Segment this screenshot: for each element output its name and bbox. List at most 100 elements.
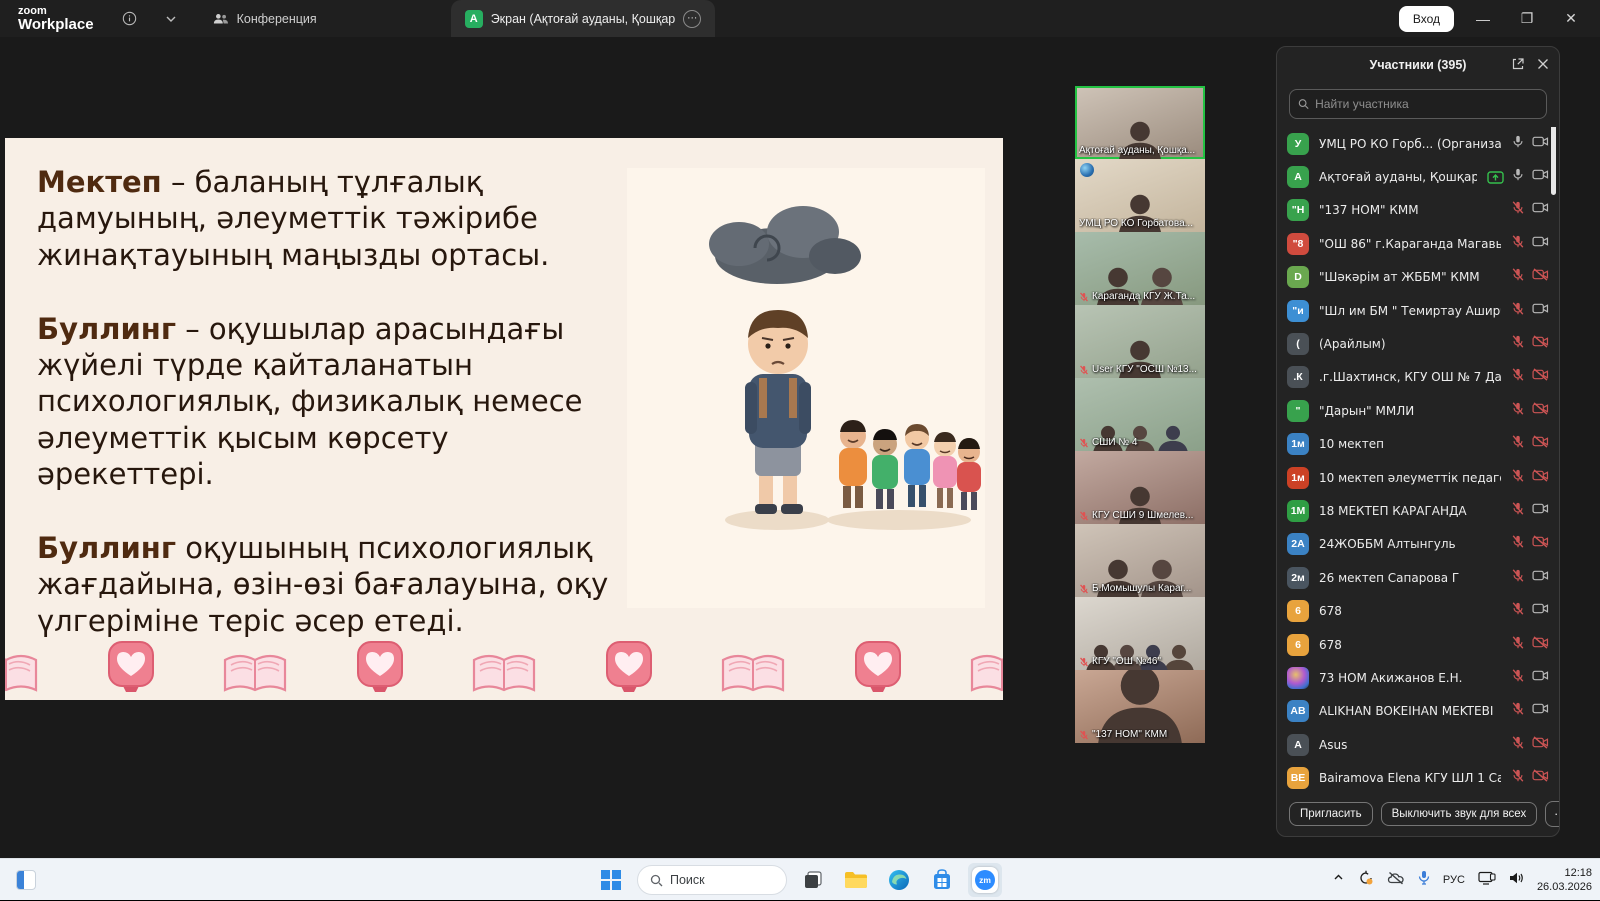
maximize-button[interactable]: ❐: [1512, 10, 1542, 27]
info-icon[interactable]: [122, 11, 137, 26]
camera-icon[interactable]: [1532, 502, 1549, 520]
participant-row[interactable]: A Asus: [1287, 728, 1549, 761]
tray-clock[interactable]: 12:18 26.03.2026: [1537, 866, 1592, 895]
mic-icon[interactable]: [1511, 167, 1525, 187]
video-thumbnail[interactable]: КГУ "ОШ №46": [1075, 597, 1205, 670]
scrollbar-thumb[interactable]: [1551, 127, 1556, 195]
tray-network-icon[interactable]: [1478, 871, 1496, 890]
camera-icon[interactable]: [1532, 535, 1549, 553]
camera-icon[interactable]: [1532, 702, 1549, 720]
taskbar-search[interactable]: Поиск: [637, 865, 787, 895]
camera-icon[interactable]: [1532, 368, 1549, 386]
tray-volume-icon[interactable]: [1509, 871, 1524, 890]
video-thumbnail[interactable]: User КГУ "ОСШ №13...: [1075, 305, 1205, 378]
login-button[interactable]: Вход: [1399, 6, 1454, 32]
video-thumbnail[interactable]: Ақтоғай ауданы, Қошқа...: [1075, 86, 1205, 159]
camera-icon[interactable]: [1532, 769, 1549, 787]
participant-row[interactable]: 6 678: [1287, 628, 1549, 661]
video-thumbnail[interactable]: УМЦ РО КО Горбатова...: [1075, 159, 1205, 232]
camera-icon[interactable]: [1532, 569, 1549, 587]
video-thumbnail[interactable]: Б.Момышулы Караг...: [1075, 524, 1205, 597]
tab-conference[interactable]: Конференция: [199, 0, 331, 37]
camera-icon[interactable]: [1532, 135, 1549, 153]
tray-sync-icon[interactable]: [1358, 870, 1374, 891]
more-options-button[interactable]: ⋯: [1545, 801, 1560, 827]
taskbar-corner-icon[interactable]: [16, 870, 36, 890]
participant-row[interactable]: У УМЦ РО КО Горб... (Организатор, я): [1287, 127, 1549, 160]
mic-icon[interactable]: [1511, 735, 1525, 755]
camera-icon[interactable]: [1532, 402, 1549, 420]
camera-icon[interactable]: [1532, 168, 1549, 186]
minimize-button[interactable]: —: [1468, 11, 1498, 27]
mic-icon[interactable]: [1511, 401, 1525, 421]
chevron-down-icon[interactable]: [165, 13, 177, 25]
participant-row[interactable]: 1М 18 МЕКТЕП КАРАГАНДА: [1287, 494, 1549, 527]
participant-row[interactable]: "8 "ОШ 86" г.Караганда Магавьянова ...: [1287, 227, 1549, 260]
participant-row[interactable]: D "Шәкәрім ат ЖББМ" КММ: [1287, 261, 1549, 294]
participant-row[interactable]: "и "Шл им БМ " Темиртау Аширбаева ...: [1287, 294, 1549, 327]
participant-search-input[interactable]: [1315, 97, 1538, 111]
mute-all-button[interactable]: Выключить звук для всех: [1381, 802, 1538, 826]
tray-microphone-icon[interactable]: [1418, 870, 1430, 890]
camera-icon[interactable]: [1532, 302, 1549, 320]
camera-icon[interactable]: [1532, 335, 1549, 353]
camera-icon[interactable]: [1532, 435, 1549, 453]
camera-icon[interactable]: [1532, 201, 1549, 219]
video-thumbnail[interactable]: КГУ СШИ 9 Шмелев...: [1075, 451, 1205, 524]
invite-button[interactable]: Пригласить: [1289, 802, 1373, 826]
mic-icon[interactable]: [1511, 534, 1525, 554]
mic-icon[interactable]: [1511, 234, 1525, 254]
mic-icon[interactable]: [1511, 200, 1525, 220]
close-button[interactable]: ✕: [1556, 10, 1586, 27]
mic-icon[interactable]: [1511, 367, 1525, 387]
mic-icon[interactable]: [1511, 568, 1525, 588]
zoom-app-button[interactable]: zm: [968, 863, 1002, 897]
mic-icon[interactable]: [1511, 267, 1525, 287]
participant-row[interactable]: .К .г.Шахтинск, КГУ ОШ № 7 Даниленк...: [1287, 361, 1549, 394]
participant-row[interactable]: AB ALIKHAN BOKEIHAN MEKTEBI: [1287, 695, 1549, 728]
participant-row[interactable]: 1м 10 мектеп: [1287, 428, 1549, 461]
participant-row[interactable]: 2А 24ЖОББМ Алтынгуль: [1287, 528, 1549, 561]
camera-icon[interactable]: [1532, 235, 1549, 253]
participant-search-box[interactable]: [1289, 89, 1547, 119]
participant-row[interactable]: " "Дарын" ММЛИ: [1287, 394, 1549, 427]
popout-icon[interactable]: [1511, 57, 1525, 74]
mic-icon[interactable]: [1511, 134, 1525, 154]
file-explorer-button[interactable]: [839, 863, 873, 897]
mic-icon[interactable]: [1511, 768, 1525, 788]
mic-icon[interactable]: [1511, 635, 1525, 655]
mic-icon[interactable]: [1511, 334, 1525, 354]
participant-row[interactable]: 6 678: [1287, 594, 1549, 627]
mic-icon[interactable]: [1511, 601, 1525, 621]
participant-row[interactable]: 1м 10 мектеп әлеуметтік педагог: [1287, 461, 1549, 494]
tray-chevron-up-icon[interactable]: [1332, 871, 1345, 889]
tray-cloud-offline-icon[interactable]: [1387, 871, 1405, 890]
video-thumbnail[interactable]: СШИ № 4: [1075, 378, 1205, 451]
camera-icon[interactable]: [1532, 602, 1549, 620]
start-button[interactable]: [594, 863, 628, 897]
edge-browser-button[interactable]: [882, 863, 916, 897]
participant-row[interactable]: А Ақтоғай ауданы, Қошқар тірек ...: [1287, 160, 1549, 193]
participant-row[interactable]: 73 НОМ Акижанов Е.Н.: [1287, 661, 1549, 694]
mic-icon[interactable]: [1511, 501, 1525, 521]
task-view-button[interactable]: [796, 863, 830, 897]
camera-icon[interactable]: [1532, 636, 1549, 654]
camera-icon[interactable]: [1532, 469, 1549, 487]
tab-overflow-icon[interactable]: ⋯: [683, 10, 701, 28]
video-thumbnail[interactable]: Караганда КГУ Ж.Та...: [1075, 232, 1205, 305]
camera-icon[interactable]: [1532, 669, 1549, 687]
microsoft-store-button[interactable]: [925, 863, 959, 897]
participant-row[interactable]: 2м 26 мектеп Сапарова Г: [1287, 561, 1549, 594]
participant-row[interactable]: ( (Арайлым): [1287, 327, 1549, 360]
camera-icon[interactable]: [1532, 736, 1549, 754]
participant-row[interactable]: BE Bairamova Elena КГУ ШЛ 1 Сарань: [1287, 761, 1549, 792]
mic-icon[interactable]: [1511, 468, 1525, 488]
participant-row[interactable]: "Н "137 НОМ" КММ: [1287, 194, 1549, 227]
mic-icon[interactable]: [1511, 434, 1525, 454]
tab-screen-share[interactable]: A Экран (Ақтоғай ауданы, Қошқар ⋯: [451, 0, 716, 37]
mic-icon[interactable]: [1511, 668, 1525, 688]
video-thumbnail[interactable]: "137 НОМ" КММ: [1075, 670, 1205, 743]
mic-icon[interactable]: [1511, 701, 1525, 721]
camera-icon[interactable]: [1532, 268, 1549, 286]
mic-icon[interactable]: [1511, 301, 1525, 321]
